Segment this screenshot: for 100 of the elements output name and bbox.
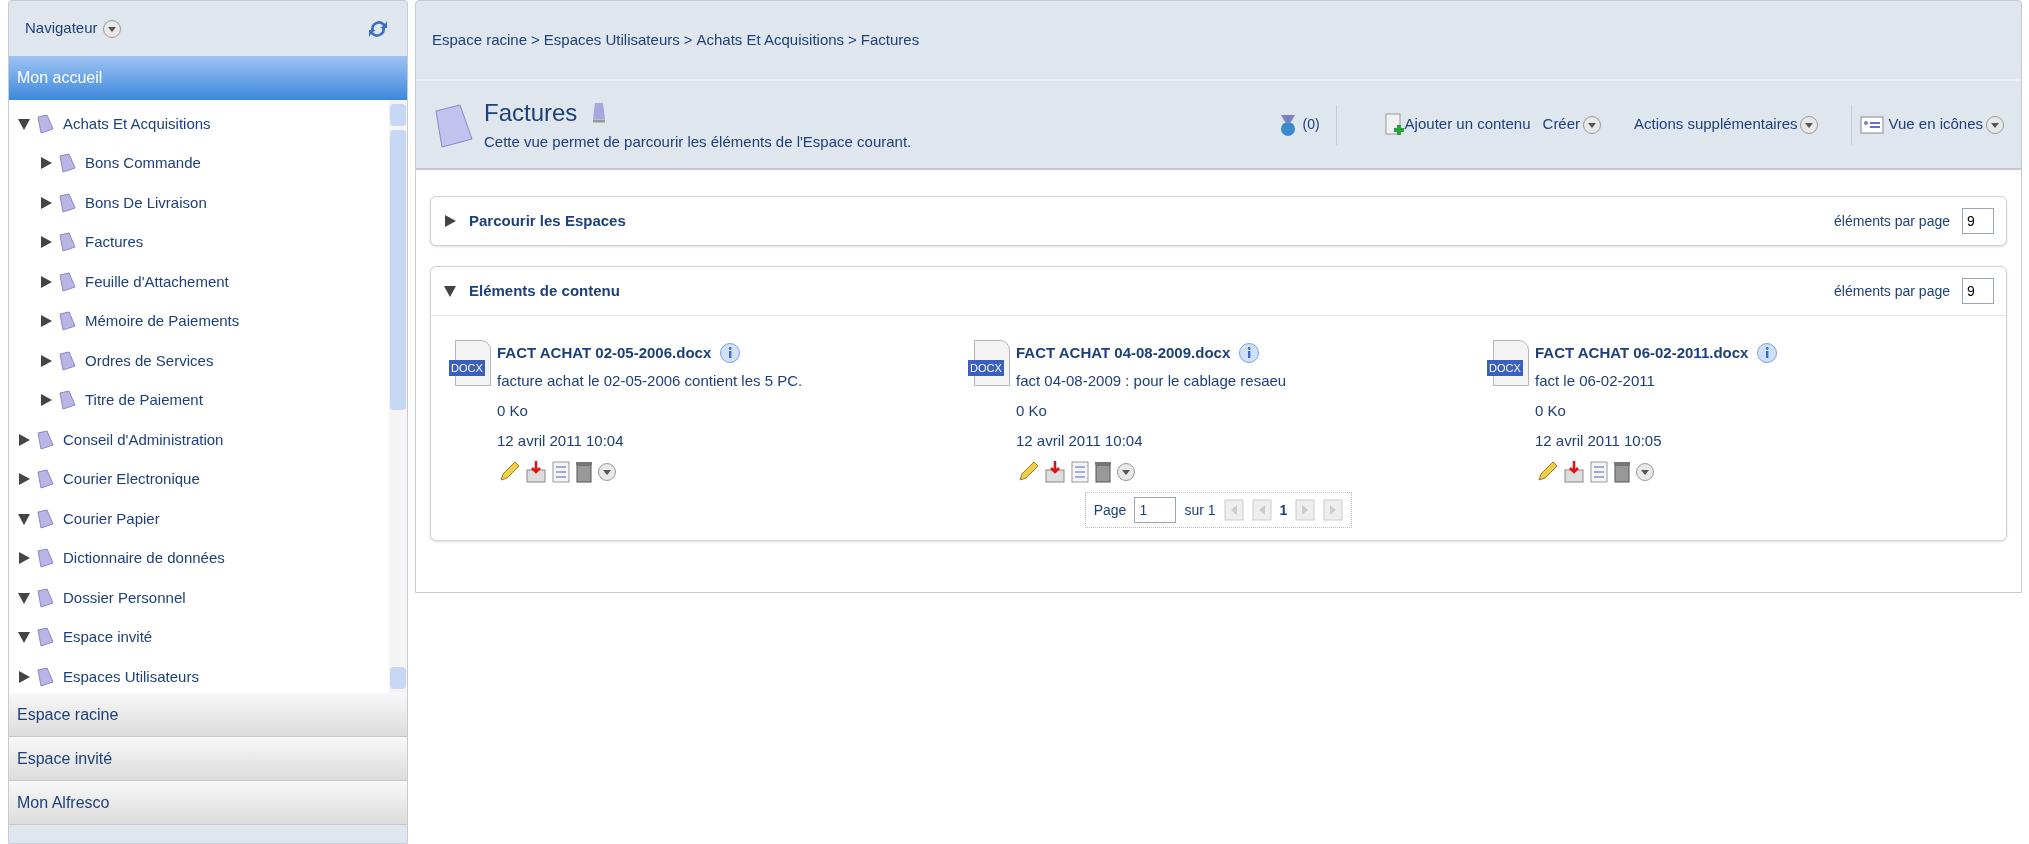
breadcrumb-link[interactable]: Achats Et Acquisitions xyxy=(696,28,845,52)
tree-item[interactable]: Espace invité xyxy=(63,626,153,649)
tree-item[interactable]: Achats Et Acquisitions xyxy=(63,112,211,135)
per-page-label: éléments par page xyxy=(1834,211,1950,231)
expand-arrow-icon[interactable] xyxy=(39,274,53,289)
document-description: fact le 06-02-2011 xyxy=(1535,371,1656,391)
tree-item[interactable]: Mémoire de Paiements xyxy=(85,310,240,333)
add-content-button[interactable]: Ajouter un contenu xyxy=(1384,112,1531,137)
tree-item[interactable]: Courier Papier xyxy=(63,507,160,530)
tree-item[interactable]: Courier Electronique xyxy=(63,468,200,491)
per-page-label: éléments par page xyxy=(1834,281,1950,301)
more-actions-icon[interactable] xyxy=(597,462,617,482)
more-actions-icon[interactable] xyxy=(1116,462,1136,482)
folder-icon xyxy=(57,191,77,214)
folder-icon xyxy=(57,389,77,412)
info-icon[interactable] xyxy=(1756,342,1779,364)
folder-icon xyxy=(35,586,55,609)
info-icon[interactable] xyxy=(719,342,742,364)
per-page-field[interactable]: 9 xyxy=(1962,278,1994,304)
expand-arrow-icon[interactable] xyxy=(39,314,53,329)
folder-icon xyxy=(57,310,77,333)
collapse-arrow-icon[interactable] xyxy=(17,511,31,526)
dropdown-icon[interactable] xyxy=(1799,114,1820,135)
pencil-icon[interactable] xyxy=(1016,460,1040,484)
folder-icon xyxy=(35,626,55,649)
document-link[interactable]: FACT ACHAT 02-05-2006.docx xyxy=(497,338,712,368)
expand-arrow-icon[interactable] xyxy=(17,472,31,487)
collapse-arrow-icon[interactable] xyxy=(17,590,31,605)
dropdown-icon[interactable] xyxy=(101,18,122,39)
expand-arrow-icon[interactable] xyxy=(39,393,53,408)
tree-item[interactable]: Titre de Paiement xyxy=(85,389,203,412)
space-title: Factures xyxy=(484,98,578,129)
document-description: facture achat le 02-05-2006 contient les 5 PC. xyxy=(497,371,803,391)
breadcrumb-separator: > xyxy=(531,29,540,50)
nav-section[interactable]: Espace invité xyxy=(9,737,407,781)
document-size: 0 Ko xyxy=(1016,401,1048,421)
breadcrumb-link[interactable]: Espaces Utilisateurs xyxy=(543,28,680,52)
page-total: sur 1 xyxy=(1184,500,1216,520)
view-mode-button[interactable]: Vue en icônes xyxy=(1888,113,2005,136)
tree-item[interactable]: Espaces Utilisateurs xyxy=(63,665,199,688)
trash-icon[interactable] xyxy=(1612,460,1632,484)
folder-icon xyxy=(57,349,77,372)
dropdown-icon[interactable] xyxy=(1985,114,2005,135)
trash-icon[interactable] xyxy=(574,460,594,484)
nav-section[interactable]: Espace racine xyxy=(9,693,407,737)
page-label: Page xyxy=(1093,500,1127,520)
collapse-arrow-icon[interactable] xyxy=(443,284,457,298)
expand-arrow-icon[interactable] xyxy=(39,195,53,210)
document-date: 12 avril 2011 10:05 xyxy=(1535,431,1663,451)
expand-arrow-icon[interactable] xyxy=(17,432,31,447)
document-date: 12 avril 2011 10:04 xyxy=(497,431,625,451)
nav-section[interactable]: Mon Alfresco xyxy=(9,781,407,825)
folder-icon xyxy=(35,665,55,688)
breadcrumb-link[interactable]: Factures xyxy=(860,28,920,52)
more-actions-icon[interactable] xyxy=(1635,462,1655,482)
folder-icon xyxy=(35,112,55,135)
expand-arrow-icon[interactable] xyxy=(443,214,457,228)
space-description: Cette vue permet de parcourir les éléments de l'Espace courant. xyxy=(484,132,912,153)
expand-arrow-icon[interactable] xyxy=(17,669,31,684)
add-document-icon xyxy=(1384,112,1405,137)
panel-title[interactable]: Parcourir les Espaces xyxy=(469,209,626,233)
tree-item[interactable]: Dictionnaire de données xyxy=(63,547,225,570)
tree-item[interactable]: Feuille d'Attachement xyxy=(85,270,229,293)
tree-item[interactable]: Factures xyxy=(85,231,144,254)
collapse-arrow-icon[interactable] xyxy=(17,630,31,645)
document-size: 0 Ko xyxy=(497,401,529,421)
tree-item[interactable]: Bons Commande xyxy=(85,152,201,175)
document-link[interactable]: FACT ACHAT 04-08-2009.docx xyxy=(1016,338,1231,368)
info-icon[interactable] xyxy=(1238,342,1261,364)
pencil-icon[interactable] xyxy=(497,460,521,484)
document-size: 0 Ko xyxy=(1535,401,1567,421)
scrollbar[interactable] xyxy=(389,100,407,693)
tree-item[interactable]: Dossier Personnel xyxy=(63,586,186,609)
menu-button[interactable]: Créer xyxy=(1542,113,1603,136)
document-link[interactable]: FACT ACHAT 06-02-2011.docx xyxy=(1535,338,1749,368)
page-field[interactable]: 1 xyxy=(1134,497,1177,523)
tree-item[interactable]: Ordres de Services xyxy=(85,349,214,372)
tree-item[interactable]: Conseil d'Administration xyxy=(63,428,224,451)
collapse-arrow-icon[interactable] xyxy=(17,116,31,131)
expand-arrow-icon[interactable] xyxy=(17,551,31,566)
tree-item[interactable]: Bons De Livraison xyxy=(85,191,207,214)
checkout-icon[interactable] xyxy=(1043,460,1067,484)
per-page-field[interactable]: 9 xyxy=(1962,208,1994,234)
breadcrumb-link[interactable]: Espace racine xyxy=(432,28,528,52)
icon-view-icon xyxy=(1860,114,1885,135)
expand-arrow-icon[interactable] xyxy=(39,353,53,368)
rules-count: (0) xyxy=(1302,115,1320,134)
breadcrumb-separator: > xyxy=(848,29,857,50)
panel-title[interactable]: Eléments de contenu xyxy=(469,279,620,303)
trash-icon[interactable] xyxy=(1093,460,1113,484)
checkout-icon[interactable] xyxy=(1562,460,1586,484)
navigator-title: Navigateur xyxy=(25,18,98,39)
checkout-icon[interactable] xyxy=(524,460,548,484)
folder-icon xyxy=(57,270,77,293)
folder-icon xyxy=(35,428,55,451)
expand-arrow-icon[interactable] xyxy=(39,156,53,171)
dropdown-icon[interactable] xyxy=(1582,114,1603,135)
expand-arrow-icon[interactable] xyxy=(39,235,53,250)
menu-button[interactable]: Actions supplémentaires xyxy=(1634,113,1820,136)
pencil-icon[interactable] xyxy=(1535,460,1559,484)
